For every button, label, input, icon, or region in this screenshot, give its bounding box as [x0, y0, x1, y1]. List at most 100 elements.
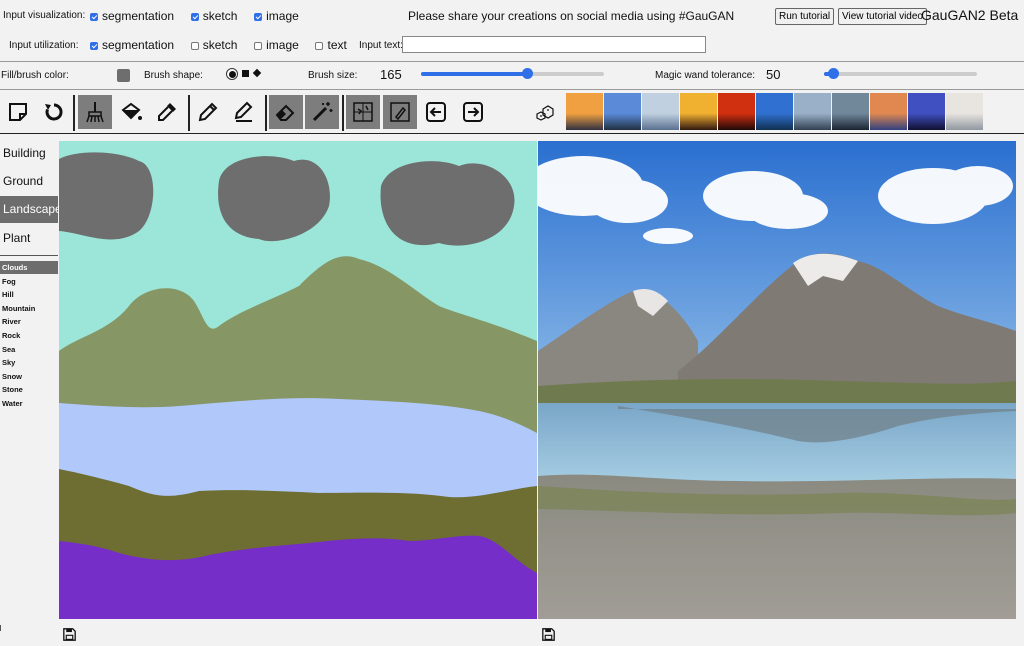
sketch-grid-icon: [390, 102, 410, 122]
fill-color-label: Fill/brush color:: [1, 70, 69, 81]
dice-icon: [536, 105, 554, 121]
new-canvas-icon: [9, 103, 27, 121]
subcategory-river[interactable]: River: [0, 315, 58, 328]
brush-shape-square-button[interactable]: [242, 70, 249, 77]
circle-shape-icon: [228, 70, 236, 78]
viz-sketch-label: sketch: [202, 9, 238, 23]
magic-wand-slider[interactable]: [824, 68, 977, 79]
style-thumbnail-gray-coast[interactable]: [794, 93, 831, 130]
next-button[interactable]: [456, 95, 490, 129]
app-title: GauGAN2 Beta: [921, 7, 1019, 23]
magic-wand-slider-handle[interactable]: [828, 68, 840, 79]
viz-image-label: image: [266, 9, 299, 23]
subcategory-mountain[interactable]: Mountain: [0, 302, 58, 315]
viz-segmentation-checkbox[interactable]: [90, 13, 98, 21]
category-plant[interactable]: Plant: [0, 225, 58, 252]
viz-sketch-checkbox[interactable]: [190, 13, 199, 21]
brush-tool-button[interactable]: [78, 95, 112, 129]
toolbar-separator: [265, 95, 267, 131]
magic-wand-label: Magic wand tolerance:: [655, 70, 756, 81]
output-image-canvas: [523, 141, 1016, 619]
viz-image-checkbox[interactable]: [254, 13, 263, 21]
segment-grid-icon: [353, 102, 373, 122]
style-thumbnail-sea-horizon[interactable]: [642, 93, 679, 130]
pencil-icon: [198, 102, 218, 122]
undo-icon: [45, 103, 63, 121]
view-tutorial-video-button[interactable]: View tutorial video: [838, 8, 927, 25]
subcategory-clouds[interactable]: Clouds: [0, 261, 58, 274]
subcategory-sea[interactable]: Sea: [0, 343, 58, 356]
previous-button[interactable]: [419, 95, 453, 129]
brush-size-value: 165: [380, 67, 402, 82]
subcategory-sky[interactable]: Sky: [0, 356, 58, 369]
sketch-grid-button[interactable]: [383, 95, 417, 129]
category-divider: [0, 255, 58, 256]
save-segmentation-button[interactable]: [63, 628, 76, 646]
segmentation-canvas[interactable]: [59, 141, 537, 619]
subcategory-snow[interactable]: Snow: [0, 370, 58, 383]
category-building[interactable]: Building: [0, 140, 58, 167]
brush-shape-diamond-button[interactable]: [252, 68, 262, 78]
subcategory-hill[interactable]: Hill: [0, 288, 58, 301]
random-style-button[interactable]: [530, 95, 564, 129]
magic-wand-icon: [312, 102, 333, 122]
run-tutorial-button[interactable]: Run tutorial: [775, 8, 835, 25]
brush-shape-label: Brush shape:: [144, 70, 203, 81]
input-text-label: Input text:: [359, 40, 403, 51]
util-text-checkbox[interactable]: [315, 42, 324, 50]
brush-shape-circle-button[interactable]: [226, 68, 238, 80]
eyedropper-button[interactable]: [150, 95, 184, 129]
resize-handle[interactable]: [0, 625, 1, 631]
arrow-left-icon: [426, 102, 446, 122]
subcategory-fog[interactable]: Fog: [0, 275, 58, 288]
segment-grid-button[interactable]: [346, 95, 380, 129]
subcategory-stone[interactable]: Stone: [0, 383, 58, 396]
style-thumbnail-orange-sunset[interactable]: [680, 93, 717, 130]
toolbar-separator: [73, 95, 75, 131]
util-segmentation-checkbox[interactable]: [90, 42, 98, 50]
style-thumbnail-red-sky[interactable]: [718, 93, 755, 130]
paint-bucket-button[interactable]: [114, 95, 148, 129]
new-canvas-button[interactable]: [1, 95, 35, 129]
util-sketch-checkbox[interactable]: [190, 42, 199, 50]
brush-size-slider[interactable]: [421, 68, 604, 79]
style-thumbnail-blue-lake[interactable]: [756, 93, 793, 130]
util-image-checkbox[interactable]: [254, 42, 263, 50]
style-thumbnail-dusk-clouds[interactable]: [870, 93, 907, 130]
brush-icon: [86, 102, 104, 123]
util-text-label: text: [327, 38, 347, 52]
style-thumbnail-sunset-lake[interactable]: [566, 93, 603, 130]
eyedropper-icon: [158, 103, 176, 121]
eraser-icon: [275, 104, 295, 121]
toolbar-bottom-line: [0, 133, 1024, 134]
viz-options: segmentation sketch image: [84, 9, 299, 23]
input-text-field[interactable]: [402, 36, 706, 53]
util-sketch-label: sketch: [202, 38, 238, 52]
subcategory-water[interactable]: Water: [0, 397, 58, 410]
undo-button[interactable]: [37, 95, 71, 129]
input-utilization-label: Input utilization:: [9, 40, 79, 51]
eraser-tool-button[interactable]: [269, 95, 303, 129]
util-options: segmentation sketch image text: [84, 38, 347, 52]
style-thumbnail-night-lake[interactable]: [908, 93, 945, 130]
subcategory-rock[interactable]: Rock: [0, 329, 58, 342]
toolbar-separator: [342, 95, 344, 131]
magic-wand-button[interactable]: [305, 95, 339, 129]
brush-size-slider-handle[interactable]: [522, 68, 534, 79]
save-output-button[interactable]: [542, 628, 555, 646]
category-landscape[interactable]: Landscape: [0, 196, 62, 223]
style-thumbnail-dark-horizon[interactable]: [832, 93, 869, 130]
category-ground[interactable]: Ground: [0, 168, 58, 195]
toolbar-separator: [188, 95, 190, 131]
style-thumbnail-blue-sky-road[interactable]: [604, 93, 641, 130]
input-visualization-label: Input visualization:: [3, 10, 86, 21]
arrow-right-icon: [463, 102, 483, 122]
brush-size-label: Brush size:: [308, 70, 358, 81]
style-thumbnail-pale-sea[interactable]: [946, 93, 983, 130]
eraser-pencil-button[interactable]: [227, 95, 261, 129]
util-image-label: image: [266, 38, 299, 52]
fill-color-swatch[interactable]: [117, 69, 130, 82]
water-region: [59, 398, 537, 501]
divider: [0, 61, 1024, 62]
pencil-tool-button[interactable]: [191, 95, 225, 129]
